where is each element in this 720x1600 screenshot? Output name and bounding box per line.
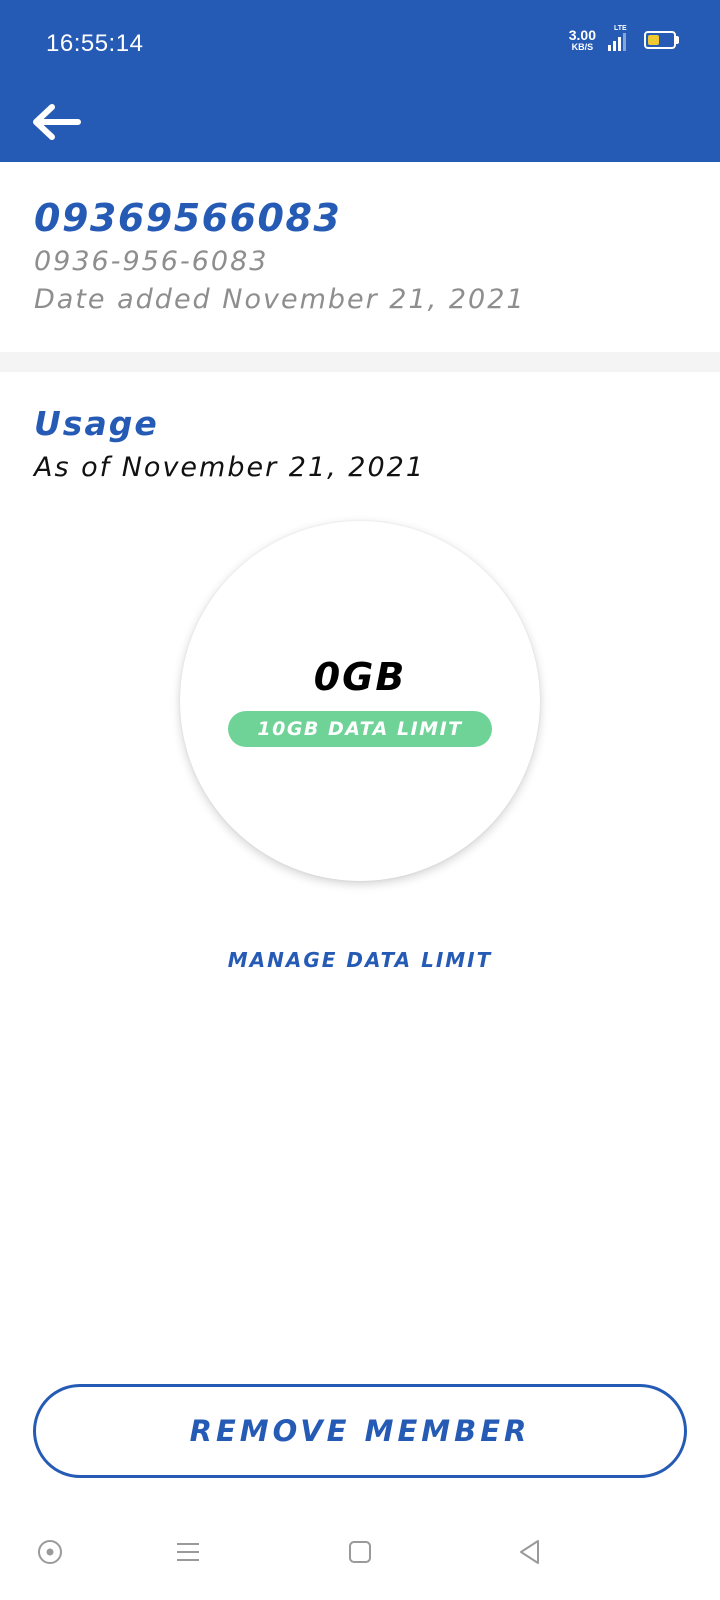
usage-gauge: 0GB 10GB DATA LIMIT bbox=[180, 521, 540, 881]
usage-title: Usage bbox=[34, 404, 159, 443]
network-speed-unit: KB/S bbox=[571, 42, 594, 52]
data-limit-badge: 10GB DATA LIMIT bbox=[228, 711, 492, 747]
app-bar bbox=[0, 90, 720, 162]
status-time: 16:55:14 bbox=[46, 30, 144, 57]
battery-level bbox=[648, 35, 659, 45]
manage-data-limit-link[interactable]: MANAGE DATA LIMIT bbox=[0, 948, 720, 972]
member-number: 09369566083 bbox=[34, 196, 342, 240]
status-indicators: 3.00 KB/S LTE bbox=[569, 25, 679, 52]
remove-member-label: REMOVE MEMBER bbox=[189, 1414, 531, 1448]
system-nav-bar bbox=[0, 1508, 720, 1600]
usage-amount: 0GB bbox=[313, 655, 407, 699]
battery-icon bbox=[644, 31, 679, 49]
menu-icon bbox=[177, 1543, 199, 1561]
section-divider bbox=[0, 352, 720, 372]
signal-bar bbox=[613, 41, 616, 51]
back-button[interactable] bbox=[28, 94, 84, 150]
nav-home-button[interactable] bbox=[340, 1532, 380, 1572]
network-type: LTE bbox=[614, 25, 627, 32]
signal-bar bbox=[623, 33, 626, 51]
signal-bar bbox=[608, 45, 611, 51]
home-square-icon bbox=[349, 1541, 371, 1563]
back-triangle-icon bbox=[520, 1540, 539, 1564]
signal-bar bbox=[618, 37, 621, 51]
nav-record-button[interactable] bbox=[30, 1532, 70, 1572]
usage-as-of: As of November 21, 2021 bbox=[34, 452, 426, 483]
member-formatted-number: 0936-956-6083 bbox=[34, 246, 269, 277]
network-speed: 3.00 KB/S bbox=[569, 28, 596, 52]
network-speed-value: 3.00 bbox=[568, 27, 596, 43]
status-bar: 16:55:14 3.00 KB/S LTE bbox=[0, 0, 720, 90]
remove-member-button[interactable]: REMOVE MEMBER bbox=[33, 1384, 687, 1478]
record-icon bbox=[38, 1540, 62, 1564]
data-limit-label: 10GB DATA LIMIT bbox=[257, 718, 463, 740]
nav-menu-button[interactable] bbox=[168, 1532, 208, 1572]
date-added: Date added November 21, 2021 bbox=[34, 284, 526, 315]
signal-icon: LTE bbox=[608, 25, 627, 51]
nav-back-button[interactable] bbox=[510, 1532, 550, 1572]
arrow-left-icon bbox=[33, 104, 81, 140]
member-header: 09369566083 0936-956-6083 Date added Nov… bbox=[0, 162, 720, 352]
